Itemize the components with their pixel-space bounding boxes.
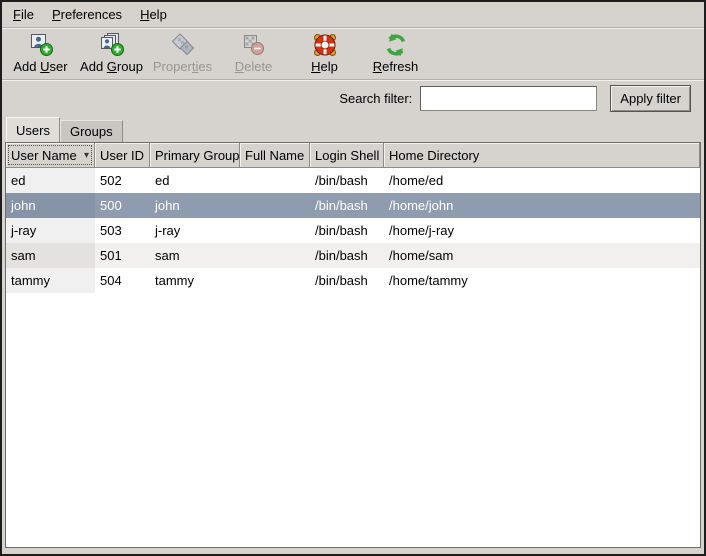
menu-preferences[interactable]: Preferences xyxy=(43,3,131,26)
cell-user-id: 504 xyxy=(95,268,150,293)
cell-full-name xyxy=(240,243,310,268)
column-header-login-shell[interactable]: Login Shell xyxy=(310,143,384,168)
column-header-primary-group[interactable]: Primary Group xyxy=(150,143,240,168)
tab-users[interactable]: Users xyxy=(6,117,60,142)
help-button[interactable]: Help xyxy=(289,30,360,78)
cell-login-shell: /bin/bash xyxy=(310,193,384,218)
menubar: File Preferences Help xyxy=(2,2,704,28)
cell-full-name xyxy=(240,168,310,193)
cell-home-directory: /home/sam xyxy=(384,243,700,268)
properties-button: Properties xyxy=(147,30,218,78)
delete-label: Delete xyxy=(235,59,273,74)
cell-primary-group: john xyxy=(150,193,240,218)
column-header-label: User Name xyxy=(11,148,77,163)
table-header: User Name ▾ User ID Primary Group Full N… xyxy=(6,143,700,168)
cell-full-name xyxy=(240,193,310,218)
cell-login-shell: /bin/bash xyxy=(310,168,384,193)
help-icon xyxy=(312,32,338,58)
column-header-user-id[interactable]: User ID xyxy=(95,143,150,168)
user-list-panel: User Name ▾ User ID Primary Group Full N… xyxy=(5,142,701,548)
table-empty-area xyxy=(6,293,700,547)
help-label: Help xyxy=(311,59,338,74)
user-manager-window: File Preferences Help Add User xyxy=(0,0,706,556)
cell-primary-group: j-ray xyxy=(150,218,240,243)
add-group-button[interactable]: Add Group xyxy=(76,30,147,78)
cell-user-id: 500 xyxy=(95,193,150,218)
add-group-label: Add Group xyxy=(80,59,143,74)
add-user-label: Add User xyxy=(13,59,67,74)
add-group-icon xyxy=(99,32,125,58)
delete-button: Delete xyxy=(218,30,289,78)
cell-user-id: 503 xyxy=(95,218,150,243)
cell-home-directory: /home/j-ray xyxy=(384,218,700,243)
table-row-john-selected[interactable]: john 500 john /bin/bash /home/john xyxy=(6,193,700,218)
column-header-user-name[interactable]: User Name ▾ xyxy=(6,143,95,168)
add-user-icon xyxy=(28,32,54,58)
cell-home-directory: /home/tammy xyxy=(384,268,700,293)
search-filter-label: Search filter: xyxy=(339,91,412,106)
cell-user-id: 502 xyxy=(95,168,150,193)
cell-full-name xyxy=(240,268,310,293)
cell-user-name: ed xyxy=(6,168,95,193)
sort-arrow-icon: ▾ xyxy=(80,150,89,161)
tab-bar: Users Groups xyxy=(2,117,704,142)
refresh-button[interactable]: Refresh xyxy=(360,30,431,78)
table-row-j-ray[interactable]: j-ray 503 j-ray /bin/bash /home/j-ray xyxy=(6,218,700,243)
cell-primary-group: tammy xyxy=(150,268,240,293)
cell-home-directory: /home/john xyxy=(384,193,700,218)
filter-bar: Search filter: Apply filter xyxy=(2,80,704,117)
cell-login-shell: /bin/bash xyxy=(310,218,384,243)
cell-full-name xyxy=(240,218,310,243)
menu-help[interactable]: Help xyxy=(131,3,176,26)
properties-label: Properties xyxy=(153,59,212,74)
cell-user-name: john xyxy=(6,193,95,218)
cell-primary-group: ed xyxy=(150,168,240,193)
cell-login-shell: /bin/bash xyxy=(310,268,384,293)
table-row-sam[interactable]: sam 501 sam /bin/bash /home/sam xyxy=(6,243,700,268)
table-row-tammy[interactable]: tammy 504 tammy /bin/bash /home/tammy xyxy=(6,268,700,293)
cell-user-name: j-ray xyxy=(6,218,95,243)
column-header-full-name[interactable]: Full Name xyxy=(240,143,310,168)
properties-icon xyxy=(170,32,196,58)
column-header-home-directory[interactable]: Home Directory xyxy=(384,143,700,168)
table-row-ed[interactable]: ed 502 ed /bin/bash /home/ed xyxy=(6,168,700,193)
cell-user-name: tammy xyxy=(6,268,95,293)
apply-filter-button[interactable]: Apply filter xyxy=(610,85,691,112)
tab-groups[interactable]: Groups xyxy=(60,120,123,142)
refresh-icon xyxy=(383,32,409,58)
cell-primary-group: sam xyxy=(150,243,240,268)
cell-user-name: sam xyxy=(6,243,95,268)
cell-login-shell: /bin/bash xyxy=(310,243,384,268)
cell-user-id: 501 xyxy=(95,243,150,268)
toolbar: Add User Add Group xyxy=(2,28,704,80)
add-user-button[interactable]: Add User xyxy=(5,30,76,78)
delete-icon xyxy=(241,32,267,58)
cell-home-directory: /home/ed xyxy=(384,168,700,193)
menu-file[interactable]: File xyxy=(4,3,43,26)
refresh-label: Refresh xyxy=(373,59,419,74)
search-filter-input[interactable] xyxy=(420,86,597,111)
